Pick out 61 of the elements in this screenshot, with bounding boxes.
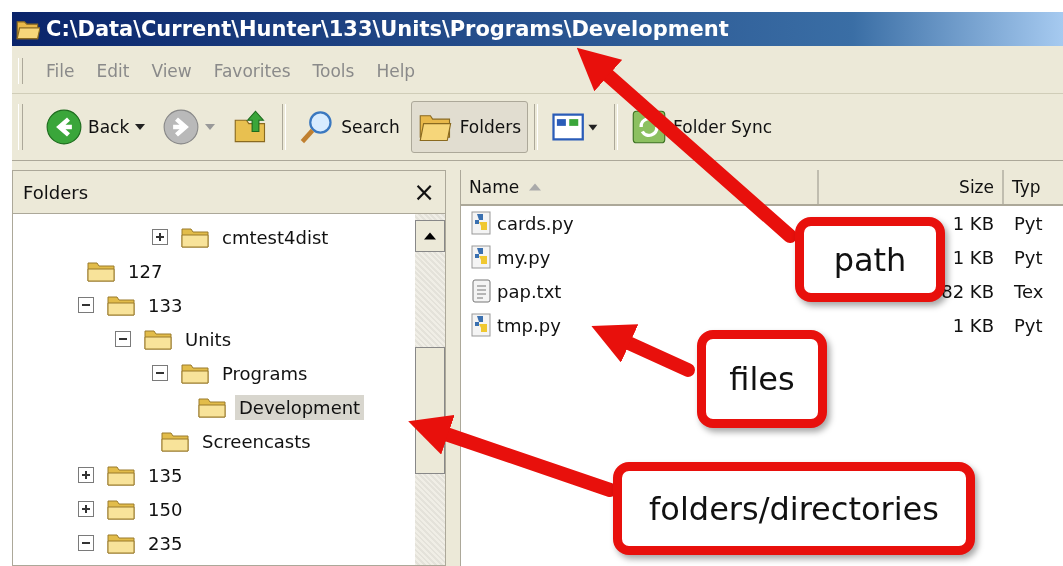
file-name[interactable]: pap.txt — [497, 280, 562, 302]
search-button[interactable]: Search — [292, 101, 407, 153]
scrollbar[interactable] — [415, 214, 445, 565]
column-header[interactable]: Name — [461, 170, 819, 204]
close-button[interactable]: × — [409, 179, 439, 205]
file-name[interactable]: cards.py — [497, 212, 574, 234]
file-size: 1 KB — [952, 246, 994, 268]
expand-toggle[interactable] — [152, 365, 168, 381]
file-size: 1 KB — [952, 212, 994, 234]
folder-name[interactable]: Programs — [218, 360, 312, 386]
folder-name[interactable]: cmtest4dist — [218, 224, 333, 250]
folder-icon — [106, 497, 136, 521]
caret-icon — [135, 124, 146, 130]
folder-icon — [16, 18, 40, 40]
expand-toggle[interactable] — [152, 229, 168, 245]
callout-label: files — [697, 330, 827, 428]
folder-icon — [86, 259, 116, 283]
folder-name[interactable]: 135 — [144, 462, 187, 488]
folder-name[interactable]: Screencasts — [198, 428, 315, 454]
file-type: Pyt — [1013, 246, 1044, 268]
folder-name[interactable]: 150 — [144, 496, 187, 522]
scroll-up-button[interactable] — [415, 220, 445, 252]
folder-icon — [143, 327, 173, 351]
caret-icon — [205, 124, 216, 130]
file-type: Pyt — [1013, 314, 1044, 336]
expand-toggle[interactable] — [115, 331, 131, 347]
folder-icon — [106, 293, 136, 317]
folder-name[interactable]: Development — [235, 394, 365, 420]
back-button[interactable]: Back — [39, 101, 153, 153]
folder-name[interactable]: 235 — [144, 530, 187, 556]
folder-name[interactable]: 133 — [144, 292, 187, 318]
expand-toggle[interactable] — [78, 297, 94, 313]
folder-icon — [106, 531, 136, 555]
python-file-icon — [471, 313, 493, 337]
folder-name[interactable]: 127 — [124, 258, 167, 284]
folder-icon — [160, 429, 190, 453]
file-type: Pyt — [1013, 212, 1044, 234]
python-file-icon — [471, 211, 493, 235]
folder-name[interactable]: Units — [181, 326, 236, 352]
column-header[interactable]: Size — [819, 170, 1004, 204]
text-file-icon — [471, 279, 493, 303]
folder-icon — [180, 225, 210, 249]
folder-icon — [106, 463, 136, 487]
expand-toggle[interactable] — [78, 467, 94, 483]
file-name[interactable]: tmp.py — [497, 314, 561, 336]
expand-toggle[interactable] — [78, 501, 94, 517]
folders-button[interactable]: Folders — [410, 101, 529, 153]
column-header[interactable]: Typ — [1004, 170, 1063, 204]
folder-icon — [180, 361, 210, 385]
callout-label: folders/directories — [613, 462, 975, 555]
expand-toggle[interactable] — [78, 535, 94, 551]
window-title: C:\Data\Current\Hunter\133\Units\Programs\Development — [46, 17, 729, 41]
file-size: 1 KB — [952, 314, 994, 336]
file-type: Tex — [1013, 280, 1045, 302]
python-file-icon — [471, 245, 493, 269]
up-triangle-icon — [424, 232, 436, 240]
file-name[interactable]: my.py — [497, 246, 551, 268]
sync-button[interactable]: Folder Sync — [624, 101, 779, 153]
folder-icon — [197, 395, 227, 419]
sort-arrow-icon — [529, 183, 542, 191]
pane-title: Folders — [23, 181, 88, 203]
